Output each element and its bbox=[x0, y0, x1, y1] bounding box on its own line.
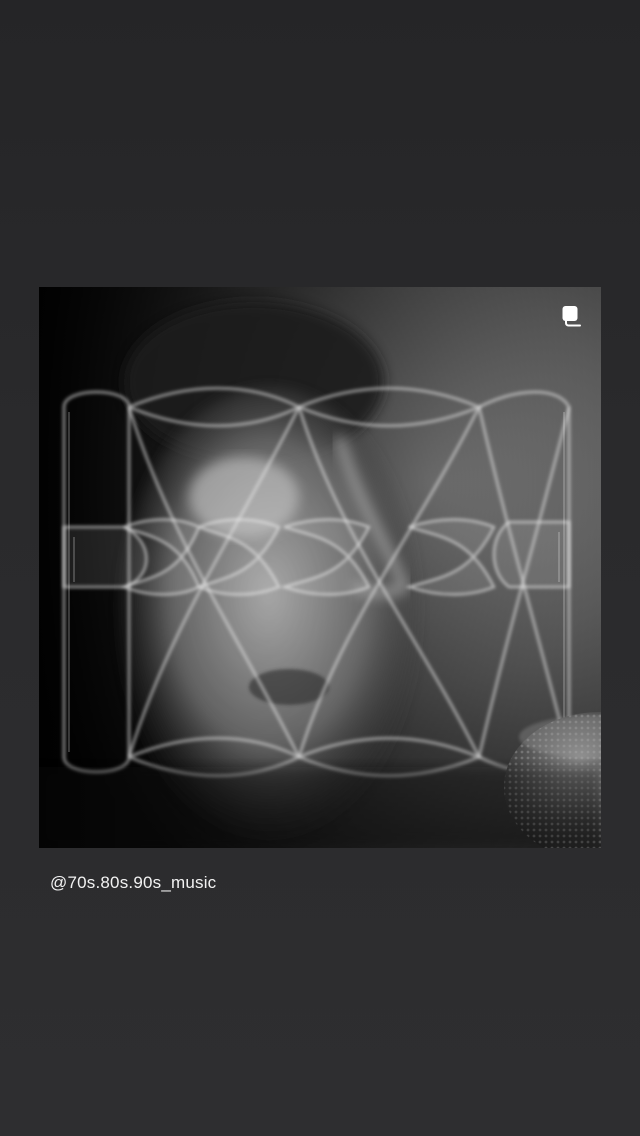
shared-post-image[interactable] bbox=[39, 287, 601, 848]
carousel-stack-icon[interactable] bbox=[559, 303, 585, 329]
story-canvas: @70s.80s.90s_music bbox=[0, 0, 640, 1136]
post-photo bbox=[39, 287, 601, 848]
post-author-handle[interactable]: @70s.80s.90s_music bbox=[50, 873, 216, 893]
